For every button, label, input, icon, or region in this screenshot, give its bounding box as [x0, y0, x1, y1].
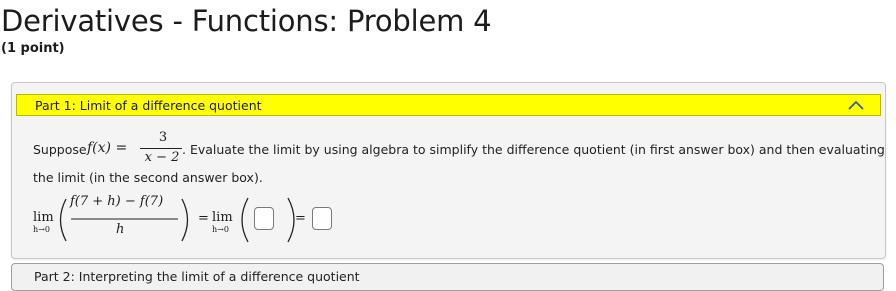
part2-header[interactable]: Part 2: Interpreting the limit of a diff…: [11, 263, 884, 291]
part1-header-label: Part 1: Limit of a difference quotient: [35, 98, 262, 113]
function-lhs: f(x) =: [87, 140, 128, 156]
instructions-text: . Evaluate the limit by using algebra to…: [182, 142, 885, 157]
chevron-up-icon[interactable]: [847, 97, 865, 113]
answer-box-2[interactable]: [312, 207, 332, 230]
equals-sign-1: =: [198, 211, 209, 226]
lim-word-1: lim: [33, 210, 54, 225]
difference-quotient-numerator: f(7 + h) − f(7): [70, 194, 164, 209]
function-denominator: x − 2: [144, 150, 180, 165]
suppose-text: Suppose: [33, 142, 87, 157]
equals-sign-2: =: [295, 211, 306, 226]
page-title: Derivatives - Functions: Problem 4: [1, 4, 492, 38]
answer-box-1[interactable]: [254, 207, 274, 230]
part2-header-label: Part 2: Interpreting the limit of a diff…: [34, 269, 360, 284]
part1-header[interactable]: Part 1: Limit of a difference quotient: [16, 94, 881, 116]
function-numerator: 3: [158, 130, 168, 145]
instructions-line2: the limit (in the second answer box).: [33, 170, 263, 185]
points-label: (1 point): [1, 41, 65, 56]
difference-quotient-denominator: h: [116, 222, 125, 237]
lim-sub-2: h→0: [212, 225, 229, 234]
lim-word-2: lim: [212, 210, 233, 225]
function-fraction-bar: [140, 148, 182, 149]
part1-panel: Part 1: Limit of a difference quotient S…: [11, 82, 886, 259]
lim-sub-1: h→0: [33, 225, 50, 234]
